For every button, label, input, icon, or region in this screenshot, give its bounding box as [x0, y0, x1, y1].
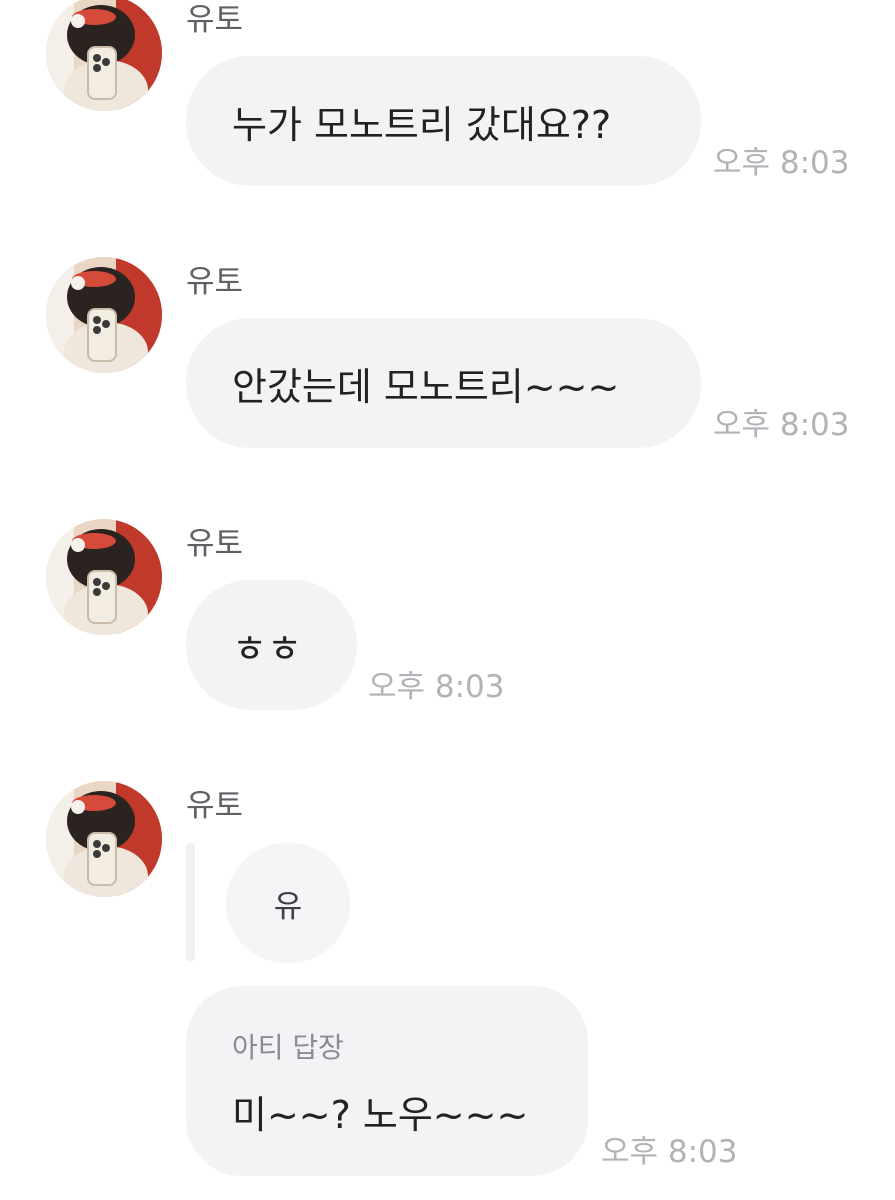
profile-avatar[interactable] — [46, 257, 162, 373]
sender-name: 유토 — [186, 264, 244, 300]
message-text: 미~~? 노우~~~ — [232, 1093, 529, 1137]
timestamp: 오후 8:03 — [368, 669, 505, 705]
message-bubble[interactable]: ㅎㅎ — [186, 580, 357, 710]
profile-avatar[interactable] — [46, 0, 162, 111]
sender-name: 유토 — [186, 526, 244, 562]
message-bubble[interactable]: 안갔는데 모노트리~~~ — [186, 318, 701, 448]
timestamp: 오후 8:03 — [601, 1134, 738, 1170]
sender-name: 유토 — [186, 788, 244, 824]
reply-bubble[interactable]: 아티 답장 미~~? 노우~~~ — [186, 986, 588, 1176]
profile-avatar[interactable] — [46, 781, 162, 897]
quote-indicator-bar — [186, 843, 195, 961]
message-bubble[interactable]: 누가 모노트리 갔대요?? — [186, 56, 701, 186]
reply-label: 아티 답장 — [232, 1031, 344, 1064]
timestamp: 오후 8:03 — [713, 407, 850, 443]
timestamp: 오후 8:03 — [713, 145, 850, 181]
sender-name: 유토 — [186, 2, 244, 38]
profile-avatar[interactable] — [46, 519, 162, 635]
quoted-message[interactable]: 유 — [226, 843, 350, 963]
